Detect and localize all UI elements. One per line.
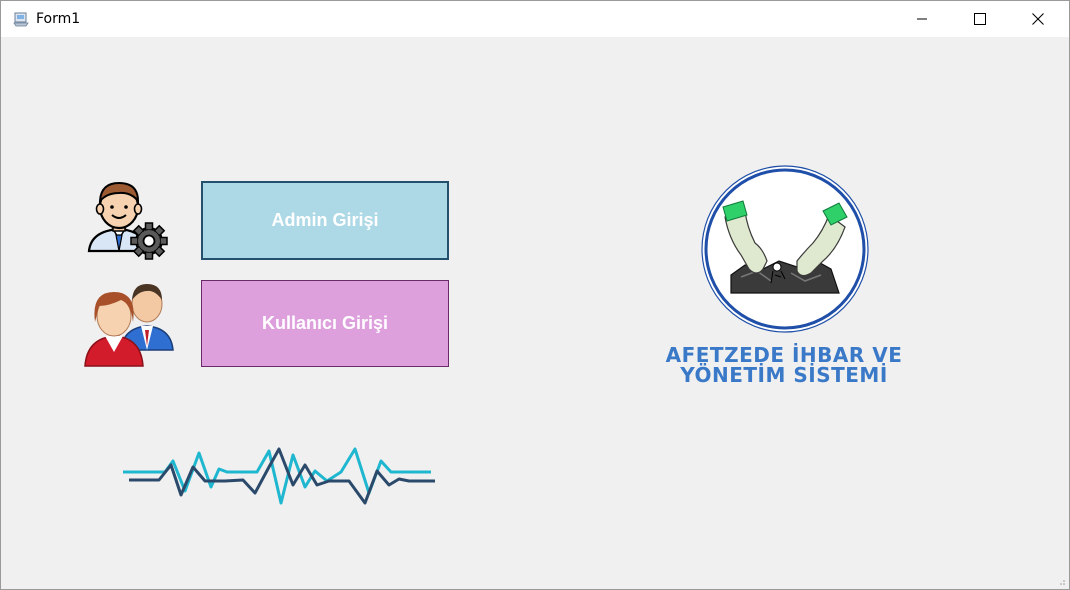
user-login-button[interactable]: Kullanıcı Girişi [201, 280, 449, 367]
maximize-icon [974, 13, 986, 25]
minimize-icon [917, 18, 927, 20]
logo-title-line2: YÖNETİM SİSTEMİ [680, 363, 888, 387]
form-window: Form1 Admin Girişi Kullanıcı Girişi AFET… [0, 0, 1070, 590]
admin-login-button[interactable]: Admin Girişi [201, 181, 449, 260]
resize-grip-icon[interactable] [1058, 578, 1066, 586]
app-icon [13, 12, 29, 27]
admin-user-gear-icon [87, 181, 168, 260]
close-icon [1032, 13, 1044, 25]
heartbeat-wave-icon [123, 447, 435, 505]
maximize-button[interactable] [951, 1, 1009, 37]
title-bar[interactable]: Form1 [1, 1, 1069, 37]
window-title: Form1 [36, 11, 81, 27]
users-couple-icon [84, 284, 174, 367]
close-button[interactable] [1009, 1, 1067, 37]
disaster-logo-icon [701, 165, 869, 333]
minimize-button[interactable] [893, 1, 951, 37]
